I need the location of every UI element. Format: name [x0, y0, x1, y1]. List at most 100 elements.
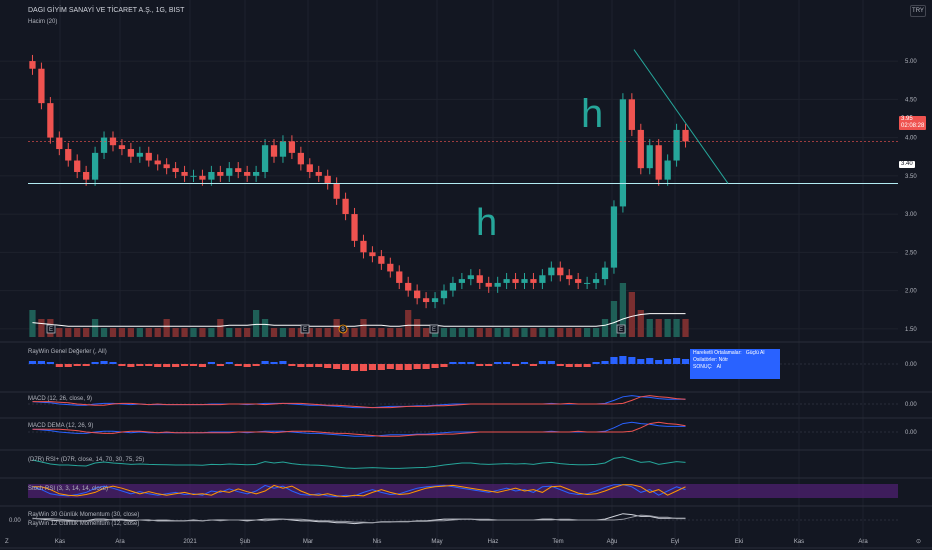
support-price-tag: 3.40 [899, 161, 915, 168]
volume-bar [360, 319, 367, 337]
raywin-bar [377, 364, 385, 370]
time-tick: Haz [488, 539, 499, 545]
bottom-left-marker[interactable]: Z [5, 539, 9, 545]
candle-body [244, 171, 251, 176]
candle-body [673, 129, 680, 161]
tooltip-row-2: Osilatörler: Nötr [693, 357, 777, 364]
volume-bar [261, 319, 269, 337]
volume-bar [575, 328, 582, 337]
raywin-bar [467, 362, 475, 364]
candle-body [575, 279, 582, 283]
tooltip-row-1: Hareketli Ortalamalar: Güçlü Al [693, 350, 777, 357]
candle-body [467, 275, 474, 280]
candle-body [601, 267, 609, 280]
volume-bar [252, 310, 260, 337]
raywin-bar [172, 364, 180, 367]
raywin-bar [556, 364, 564, 366]
settings-icon[interactable]: ⊙ [916, 539, 921, 545]
volume-bar [583, 328, 591, 337]
volume-bar [405, 310, 412, 337]
candle-body [163, 164, 170, 169]
raywin-bar [565, 364, 573, 367]
price-tick: 5.00 [905, 59, 917, 65]
raywin-bar [619, 356, 627, 364]
time-tick: Ara [115, 539, 125, 545]
raywin-bar [82, 364, 90, 366]
raywin-bar [306, 364, 314, 367]
time-tick: Eki [735, 539, 743, 545]
candle-body [252, 171, 260, 176]
candle-body [619, 99, 627, 207]
candle-body [306, 164, 313, 172]
candle-body [288, 141, 296, 153]
volume-bar [503, 328, 510, 337]
raywin-bar [198, 364, 207, 367]
candle-body [664, 160, 671, 180]
candle-body [476, 275, 483, 283]
momentum1-label: RayWin 30 Günlük Momentum (30, close) [28, 512, 139, 518]
volume-bar [226, 328, 233, 337]
raywin-bar [243, 364, 251, 367]
candle-body [199, 175, 206, 180]
candle-body [387, 263, 394, 272]
time-tick: Kas [55, 539, 65, 545]
raywin-bar [538, 361, 546, 364]
raywin-bar [547, 361, 555, 364]
raywin-bar [350, 364, 359, 371]
volume-bar [235, 328, 242, 337]
macd-line [32, 395, 686, 409]
candle-body [172, 168, 179, 172]
candle-body [235, 168, 242, 172]
macd-signal [32, 395, 686, 409]
candle-body [485, 282, 492, 287]
candle-body [351, 214, 358, 241]
raywin-bar [118, 364, 126, 366]
candle-body [324, 175, 331, 184]
raywin-bar [216, 364, 224, 366]
raywin-bar [681, 359, 690, 364]
raywin-bar [529, 364, 538, 366]
macd-label: MACD (12, 26, close, 9) [28, 396, 92, 402]
volume-bar [512, 328, 519, 337]
raywin-bar [46, 362, 54, 364]
price-tick: 1.50 [905, 327, 917, 333]
volume-bar [154, 328, 161, 337]
grid [0, 0, 898, 548]
raywin-bar [109, 362, 117, 364]
volume-bar [163, 319, 170, 337]
volume-bar [324, 328, 331, 337]
candle-body [369, 252, 376, 257]
volume-bar [485, 328, 492, 337]
raywin-bar [91, 362, 99, 364]
raywin-bar [476, 364, 484, 366]
raywin-bar [207, 362, 215, 364]
candle-body [83, 171, 90, 180]
volume-bar [673, 319, 680, 337]
raywin-bar [458, 362, 466, 364]
raywin-bar [413, 364, 421, 369]
raywin-bar [297, 364, 305, 367]
raywin-bar [583, 364, 591, 367]
raywin-bar [655, 360, 663, 364]
candle-body [583, 282, 591, 284]
time-tick: May [431, 539, 442, 545]
volume-bar [270, 328, 278, 337]
raywin-bar [449, 362, 457, 364]
pane-dividers [0, 341, 932, 549]
currency-badge[interactable]: TRY [910, 5, 926, 17]
candle-body [136, 152, 143, 157]
raywin-bar [664, 359, 672, 364]
volume-bar [628, 292, 635, 337]
candle-body [494, 282, 501, 287]
candle-body [396, 271, 403, 283]
volume-bar [592, 328, 600, 337]
volume-bar [601, 319, 609, 337]
price-tick: 3.00 [905, 212, 917, 218]
volume-bar [476, 328, 483, 337]
time-tick: Eyl [671, 539, 679, 545]
volume-bar [655, 319, 662, 337]
raywin-bar [73, 364, 81, 366]
raywin-bar [359, 364, 368, 371]
raywin-bar [368, 364, 376, 370]
chart-stage[interactable]: 0.00 0.00 0.00 5.00 4.50 4.00 3.50 3.00 2.50 2… [0, 0, 932, 550]
